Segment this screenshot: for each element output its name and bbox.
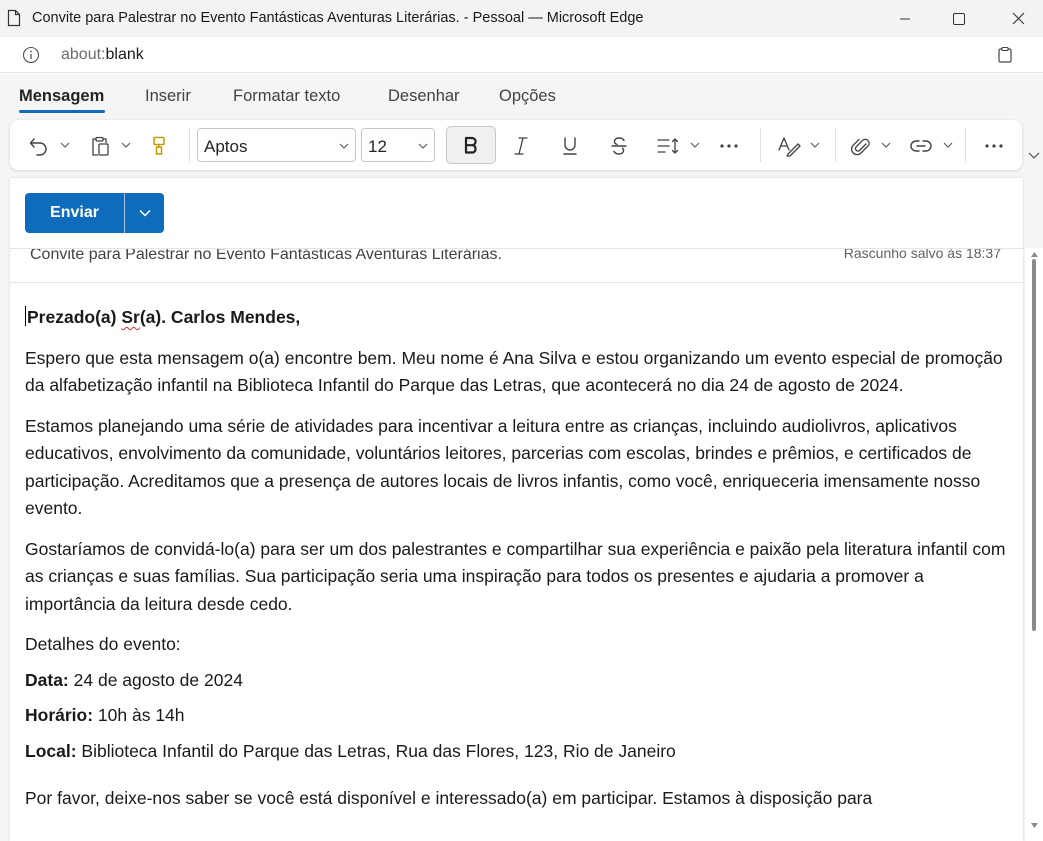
toolbar-separator: [965, 128, 966, 162]
font-family-value: Aptos: [204, 137, 248, 156]
paragraph-invitation: Gostaríamos de convidá-lo(a) para ser um…: [25, 538, 1006, 614]
minimize-icon: [900, 18, 910, 19]
font-family-select[interactable]: Aptos: [197, 128, 356, 162]
vertical-scrollbar[interactable]: [1025, 248, 1043, 841]
font-size-select[interactable]: 12: [361, 128, 435, 162]
paste-button[interactable]: [88, 134, 112, 158]
format-painter-button[interactable]: [148, 134, 170, 158]
minimize-button[interactable]: [880, 0, 930, 37]
active-tab-indicator: [19, 110, 105, 113]
message-body-content: Prezado(a) Sr(a). Carlos Mendes, Espero …: [25, 304, 1010, 826]
tab-mensagem[interactable]: Mensagem: [19, 87, 104, 106]
formatting-toolbar: Aptos 12: [10, 120, 1022, 170]
insert-link-button[interactable]: [908, 134, 934, 158]
font-chevron-down-icon: [339, 143, 349, 149]
toolbar-separator: [760, 128, 761, 162]
link-chevron-down-icon[interactable]: [943, 141, 953, 149]
paragraph-closing: Por favor, deixe-nos saber se você está …: [25, 788, 873, 808]
attach-file-button[interactable]: [849, 134, 873, 158]
strikethrough-button[interactable]: [608, 134, 630, 158]
subject-row: Convite para Palestrar no Evento Fantást…: [10, 248, 1023, 283]
format-painter-icon: [153, 136, 165, 155]
bold-button[interactable]: [446, 126, 496, 164]
info-icon[interactable]: [22, 46, 40, 64]
attach-chevron-down-icon[interactable]: [881, 141, 891, 149]
tab-formatar-texto[interactable]: Formatar texto: [233, 87, 340, 106]
detail-place-label: Local:: [25, 740, 77, 761]
more-icon: [720, 144, 738, 148]
address-bar: about:blank: [0, 37, 1043, 73]
italic-icon: [514, 137, 528, 155]
bold-icon: [464, 136, 477, 154]
message-body[interactable]: Prezado(a) Sr(a). Carlos Mendes, Espero …: [10, 284, 1023, 841]
undo-chevron-down-icon[interactable]: [60, 141, 70, 149]
detail-date-value: 24 de agosto de 2024: [68, 669, 243, 690]
scroll-down-icon[interactable]: [1031, 823, 1038, 828]
detail-time-label: Horário:: [25, 705, 94, 725]
detail-date: Data: 24 de agosto de 2024: [25, 667, 1010, 695]
detail-date-label: Data:: [25, 669, 69, 690]
text-caret: [25, 306, 26, 326]
send-button[interactable]: Enviar: [25, 193, 124, 233]
line-spacing-icon: [657, 138, 679, 154]
draft-status: Rascunho salvo às 18:37: [843, 248, 1001, 261]
strikethrough-icon: [611, 137, 627, 155]
detail-time: Horário: 10h às 14h: [25, 702, 1010, 730]
scroll-up-icon[interactable]: [1031, 252, 1038, 257]
paste-chevron-down-icon[interactable]: [121, 141, 131, 149]
paste-icon: [92, 136, 109, 156]
clipboard-icon[interactable]: [997, 46, 1013, 64]
more-formatting-button[interactable]: [718, 134, 740, 158]
url-field[interactable]: about:blank: [61, 46, 144, 64]
link-icon: [910, 140, 932, 152]
styles-chevron-down-icon[interactable]: [810, 141, 820, 149]
attach-icon: [851, 138, 870, 156]
spelling-error-word[interactable]: Sr: [121, 307, 139, 327]
more-options-button[interactable]: [983, 134, 1005, 158]
close-button[interactable]: [993, 0, 1043, 37]
greeting-end: (a). Carlos Mendes,: [139, 307, 301, 327]
send-split-button: Enviar: [25, 193, 164, 233]
font-size-value: 12: [368, 137, 387, 156]
underline-icon: [563, 137, 577, 155]
subject-field[interactable]: Convite para Palestrar no Evento Fantást…: [30, 249, 502, 264]
greeting-start: Prezado(a): [27, 307, 122, 327]
details-heading: Detalhes do evento:: [25, 634, 181, 654]
scrollbar-thumb[interactable]: [1032, 259, 1036, 631]
more-options-icon: [985, 144, 1003, 148]
styles-button[interactable]: [776, 134, 802, 158]
maximize-icon: [953, 12, 965, 25]
window-title: Convite para Palestrar no Evento Fantást…: [32, 10, 644, 26]
toolbar-separator: [835, 128, 836, 162]
tab-desenhar[interactable]: Desenhar: [388, 87, 460, 106]
italic-button[interactable]: [510, 134, 532, 158]
undo-button[interactable]: [27, 134, 51, 158]
line-spacing-button[interactable]: [655, 134, 681, 158]
line-spacing-chevron-down-icon[interactable]: [690, 141, 700, 149]
tab-inserir[interactable]: Inserir: [145, 87, 191, 106]
styles-icon: [778, 137, 801, 157]
title-bar: Convite para Palestrar no Evento Fantást…: [0, 0, 1043, 37]
url-host: blank: [105, 46, 144, 63]
undo-icon: [29, 138, 47, 156]
tab-opcoes[interactable]: Opções: [499, 87, 556, 106]
detail-time-value: 10h às 14h: [93, 705, 185, 725]
paragraph-activities: Estamos planejando uma série de atividad…: [25, 415, 981, 519]
toolbar-separator: [189, 128, 190, 162]
send-options-button[interactable]: [125, 193, 164, 233]
chevron-down-icon: [138, 209, 151, 217]
ribbon-expand-chevron-down-icon[interactable]: [1027, 150, 1041, 162]
ribbon-tabs: Mensagem Inserir Formatar texto Desenhar…: [0, 74, 1043, 118]
detail-place: Local: Biblioteca Infantil do Parque das…: [25, 738, 1010, 766]
maximize-button[interactable]: [934, 0, 984, 37]
url-protocol: about:: [61, 46, 106, 63]
close-icon: [1012, 12, 1024, 25]
detail-place-value: Biblioteca Infantil do Parque das Letras…: [76, 740, 676, 761]
size-chevron-down-icon: [418, 143, 428, 149]
send-button-divider: [124, 193, 125, 233]
greeting: Prezado(a) Sr(a). Carlos Mendes,: [25, 304, 1010, 332]
document-icon: [7, 9, 21, 27]
underline-button[interactable]: [559, 134, 581, 158]
paragraph-intro: Espero que esta mensagem o(a) encontre b…: [25, 347, 1003, 396]
